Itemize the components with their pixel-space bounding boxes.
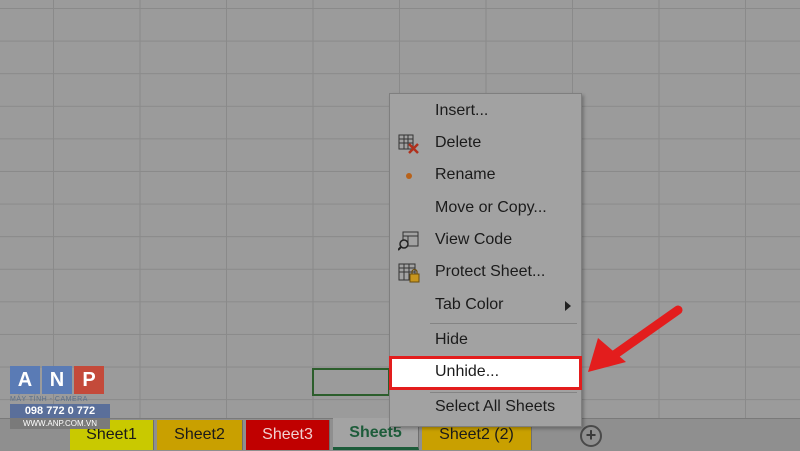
sheet-context-menu: Insert... Delete Rename Move or Copy... … (389, 93, 582, 427)
menu-item-label: Select All Sheets (435, 398, 556, 415)
menu-item-delete[interactable]: Delete (390, 129, 581, 159)
menu-item-view-code[interactable]: View Code (390, 226, 581, 256)
menu-item-label: Delete (435, 134, 482, 151)
menu-item-tab-color[interactable]: Tab Color (390, 291, 581, 321)
menu-item-unhide[interactable]: Unhide... (389, 356, 582, 390)
tab-sheet3[interactable]: Sheet3 (246, 420, 330, 450)
menu-item-move-or-copy[interactable]: Move or Copy... (390, 194, 581, 224)
menu-item-hide[interactable]: Hide (390, 326, 581, 356)
logo-letter: A (10, 366, 40, 394)
menu-item-select-all-sheets[interactable]: Select All Sheets (390, 393, 581, 423)
bullet-dot-icon (398, 166, 420, 186)
add-sheet-button[interactable]: + (580, 425, 602, 447)
menu-item-label: Hide (435, 331, 468, 348)
menu-item-label: Insert... (435, 102, 489, 119)
selected-cell[interactable] (312, 368, 390, 396)
menu-item-label: Tab Color (435, 296, 504, 313)
menu-separator (430, 323, 577, 324)
logo-letter: P (74, 366, 104, 394)
menu-item-insert[interactable]: Insert... (390, 97, 581, 127)
delete-sheet-icon (398, 134, 420, 154)
logo-subtitle: MÁY TÍNH - CAMERA (10, 396, 88, 403)
logo-url: WWW.ANP.COM.VN (10, 418, 110, 429)
menu-item-label: Rename (435, 166, 496, 183)
menu-item-protect-sheet[interactable]: Protect Sheet... (390, 258, 581, 288)
submenu-arrow-icon (565, 301, 571, 311)
view-code-icon (397, 231, 420, 251)
logo-phone: 098 772 0 772 (10, 404, 110, 418)
tab-sheet2[interactable]: Sheet2 (157, 420, 243, 450)
menu-item-label: Protect Sheet... (435, 263, 546, 280)
logo-letter: N (42, 366, 72, 394)
menu-item-label: Move or Copy... (435, 199, 547, 216)
menu-item-label: Unhide... (435, 363, 500, 380)
menu-item-rename[interactable]: Rename (390, 161, 581, 191)
menu-item-label: View Code (435, 231, 513, 248)
anp-logo: ANP MÁY TÍNH - CAMERA 098 772 0 772 WWW.… (10, 366, 110, 429)
protect-sheet-icon (398, 263, 420, 283)
annotation-arrow-icon (588, 305, 683, 372)
